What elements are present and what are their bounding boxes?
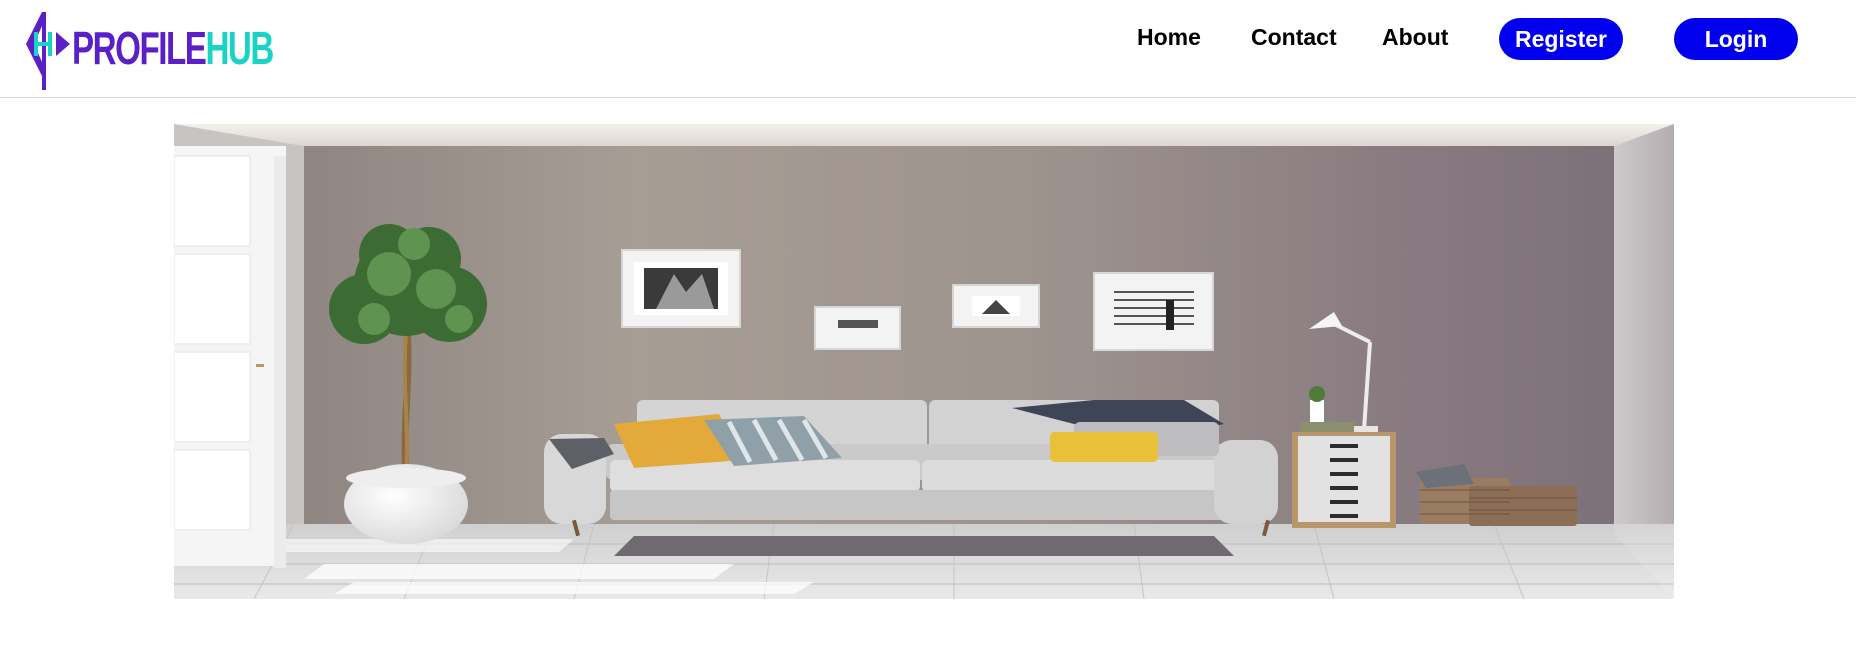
logo-text-hub: HUB [205,22,274,74]
nav-contact-link[interactable]: Contact [1251,24,1337,51]
sofa [544,400,1278,537]
logo[interactable]: PROFILEHUB [12,4,351,92]
nav-about-link[interactable]: About [1382,24,1448,51]
nav-home-link[interactable]: Home [1137,24,1201,51]
ph-monogram-icon [26,12,70,90]
login-button[interactable]: Login [1674,18,1798,60]
hero-image [174,124,1674,599]
living-room-photo [174,124,1674,599]
logo-text-profile: PROFILE [72,22,207,74]
navbar: PROFILEHUB Home Contact About Register L… [0,0,1856,98]
logo-text: PROFILEHUB [72,21,274,75]
register-button[interactable]: Register [1499,18,1623,60]
